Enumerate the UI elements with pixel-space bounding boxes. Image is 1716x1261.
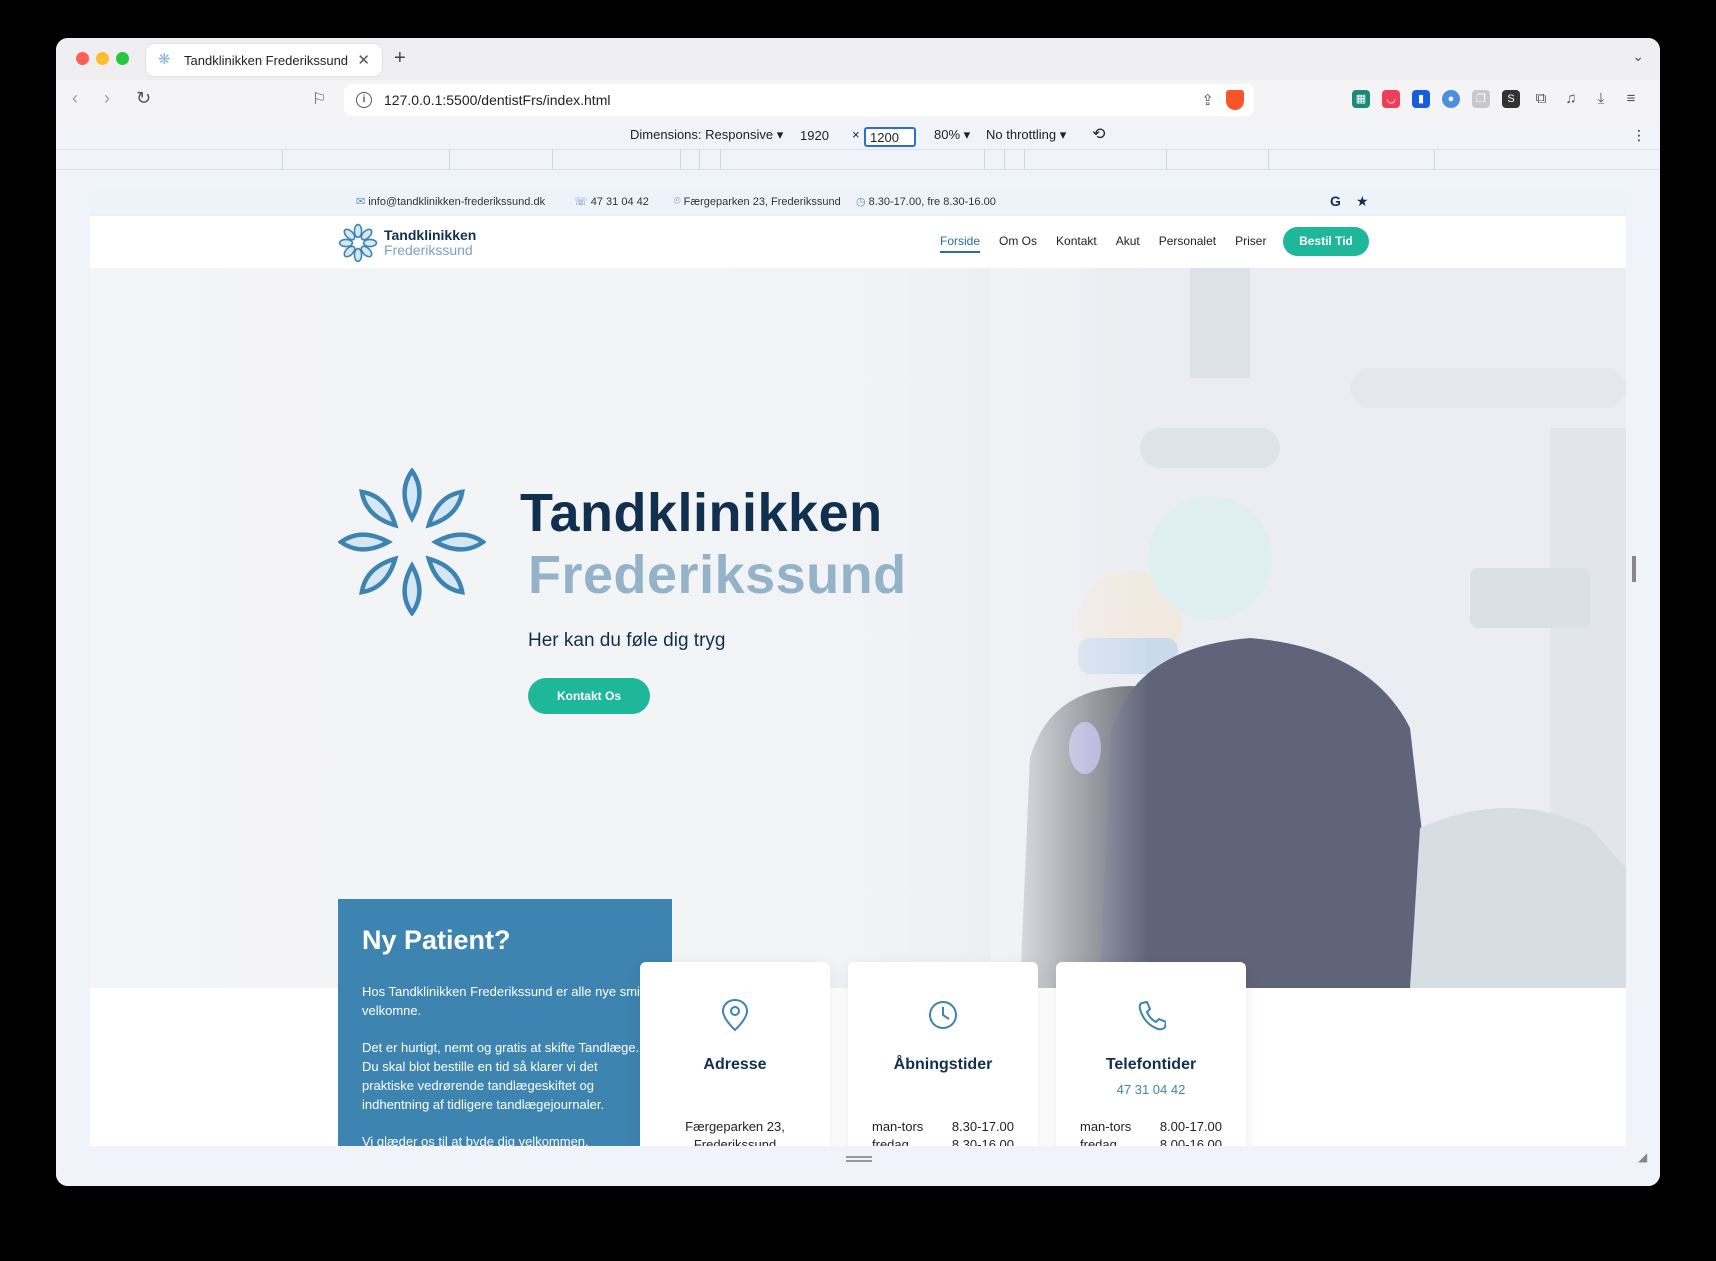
menu-icon[interactable]: ≡ [1622,90,1640,108]
new-patient-title: Ny Patient? [362,925,511,955]
hero-title-line1: Tandklinikken [520,483,883,543]
music-icon[interactable]: ♫ [1562,90,1580,108]
hero-title-line2: Frederikssund [528,545,907,605]
chevron-down-icon[interactable]: ⌄ [1632,48,1644,65]
new-patient-text-1: Hos Tandklinikken Frederikssund er alle … [362,984,643,1018]
zoom-dropdown[interactable]: 80% ▾ [934,127,970,143]
hero-section: Tandklinikken Frederikssund Her kan du f… [90,268,1626,988]
address-bar[interactable]: i 127.0.0.1:5500/dentistFrs/index.html ⇪ [344,84,1254,116]
s-extension-icon[interactable]: S [1502,90,1520,108]
back-icon[interactable]: ‹ [72,88,78,109]
brand-name: Tandklinikken [384,227,477,243]
address-title: Adresse [703,1056,767,1073]
times-sign: × [852,127,860,142]
dentists-photo [990,268,1626,988]
location-pin-icon: ⌾ [674,195,681,207]
nav-item-priser[interactable]: Priser [1235,234,1266,253]
google-icon[interactable]: G [1330,193,1341,209]
reload-icon[interactable]: ↻ [136,88,151,109]
toolbar: ‹ › ↻ ⚐ i 127.0.0.1:5500/dentistFrs/inde… [56,80,1660,120]
side-resize-handle[interactable] [1632,556,1636,582]
flower-favicon-icon: ❋ [158,51,171,68]
website-viewport: ✉ info@tandklinikken-frederikssund.dk ☏ … [90,186,1626,1146]
email-info[interactable]: ✉ info@tandklinikken-frederikssund.dk [356,195,545,209]
bookmark-icon[interactable]: ⚐ [312,89,326,109]
nav-item-akut[interactable]: Akut [1116,234,1140,253]
tab-title: Tandklinikken Frederikssund [184,52,349,68]
nav-item-forside[interactable]: Forside [940,234,981,253]
hours-row: fredag 8.30-16.00 [872,1137,1014,1146]
main-navigation: Tandklinikken Frederikssund Forside Om O… [90,216,1626,268]
new-patient-text-3: Vi glæder os til at byde dig velkommen. [362,1134,589,1146]
opening-hours-card: Åbningstider man-tors 8.30-17.00 fredag 8.… [848,962,1038,1146]
opening-hours-list: man-tors 8.30-17.00 fredag 8.30-16.00 [872,1118,1014,1146]
brave-shield-icon[interactable] [1226,90,1244,110]
dimensions-dropdown[interactable]: Dimensions: Responsive ▾ [630,127,783,143]
contact-us-button[interactable]: Kontakt Os [528,678,650,714]
phone-hours-list: man-tors 8.00-17.00 fredag 8.00-16.00 [1080,1118,1222,1146]
phone-info[interactable]: ☏ 47 31 04 42 [574,195,649,209]
star-icon[interactable]: ★ [1356,193,1369,210]
book-appointment-button[interactable]: Bestil Tid [1283,227,1369,256]
pocket-icon[interactable]: ◡ [1382,90,1400,108]
nav-menu: Forside Om Os Kontakt Akut Personalet Pr… [940,234,1285,253]
nav-item-personalet[interactable]: Personalet [1159,234,1216,253]
new-patient-text-2: Det er hurtigt, nemt og gratis at skifte… [362,1040,640,1112]
envelope-icon: ✉ [356,196,366,208]
bitwarden-icon[interactable]: ▮ [1412,90,1430,108]
minimize-window-button[interactable] [96,52,109,65]
hours-row: man-tors 8.00-17.00 [1080,1119,1222,1134]
location-pin-icon [721,998,749,1032]
height-input[interactable]: 1200 [864,127,916,147]
top-info-bar: ✉ info@tandklinikken-frederikssund.dk ☏ … [90,186,1626,216]
rotate-icon[interactable]: ⟲ [1092,124,1105,144]
clock-icon: ◷ [856,196,866,208]
opening-hours-title: Åbningstider [893,1056,993,1073]
url-text: 127.0.0.1:5500/dentistFrs/index.html [384,92,611,108]
hours-row: man-tors 8.30-17.00 [872,1119,1014,1134]
close-window-button[interactable] [76,52,89,65]
info-icon[interactable]: i [356,92,372,108]
hero-tagline: Her kan du føle dig tryg [528,630,726,651]
share-icon[interactable]: ⇪ [1201,91,1214,109]
new-patient-box: Ny Patient? Hos Tandklinikken Frederikss… [338,899,672,1146]
close-tab-icon[interactable]: ✕ [357,51,370,69]
browser-tab[interactable]: ❋ Tandklinikken Frederikssund ✕ [146,44,382,76]
address-text: Færgeparken 23, Frederikssund [685,1119,785,1146]
phone-icon [1138,1000,1166,1031]
flower-logo-large-icon [338,468,486,616]
extension-icon[interactable]: ▦ [1352,90,1370,108]
extension-globe-icon[interactable]: ● [1442,90,1460,108]
address-info: ⌾ Færgeparken 23, Frederikssund [674,195,841,208]
more-options-icon[interactable]: ⋮ [1632,127,1646,144]
maximize-window-button[interactable] [116,52,129,65]
media-query-ruler [56,150,1660,170]
nav-item-kontakt[interactable]: Kontakt [1056,234,1097,253]
throttling-dropdown[interactable]: No throttling ▾ [986,127,1066,143]
phone-icon: ☏ [574,196,588,208]
brand-logo[interactable]: Tandklinikken Frederikssund [338,223,476,263]
copy-icon[interactable]: ❐ [1472,90,1490,108]
new-tab-icon[interactable]: + [394,47,406,70]
phone-number[interactable]: 47 31 04 42 [1056,1082,1246,1097]
width-input[interactable]: 1920 [796,127,852,147]
clock-icon [929,1001,957,1029]
forward-icon[interactable]: › [104,88,110,109]
address-card: Adresse Færgeparken 23, Frederikssund [640,962,830,1146]
nav-item-om-os[interactable]: Om Os [999,234,1037,253]
flower-logo-icon [338,223,378,263]
phone-hours-title: Telefontider [1105,1056,1197,1073]
browser-window: ❋ Tandklinikken Frederikssund ✕ + ⌄ ‹ › … [56,38,1660,1186]
hours-info: ◷ 8.30-17.00, fre 8.30-16.00 [856,195,996,209]
tab-bar: ❋ Tandklinikken Frederikssund ✕ + ⌄ [56,38,1660,80]
phone-hours-card: Telefontider 47 31 04 42 man-tors 8.00-17… [1056,962,1246,1146]
hours-row: fredag 8.00-16.00 [1080,1137,1222,1146]
download-icon[interactable]: ⤓ [1592,90,1610,108]
puzzle-icon[interactable]: ⧉ [1532,90,1550,108]
brand-city: Frederikssund [384,242,473,258]
responsive-toolbar: Dimensions: Responsive ▾ 1920 × 1200 80%… [56,120,1660,150]
bottom-resize-handle[interactable] [846,1156,872,1162]
corner-resize-handle[interactable]: ◢ [1638,1150,1647,1164]
